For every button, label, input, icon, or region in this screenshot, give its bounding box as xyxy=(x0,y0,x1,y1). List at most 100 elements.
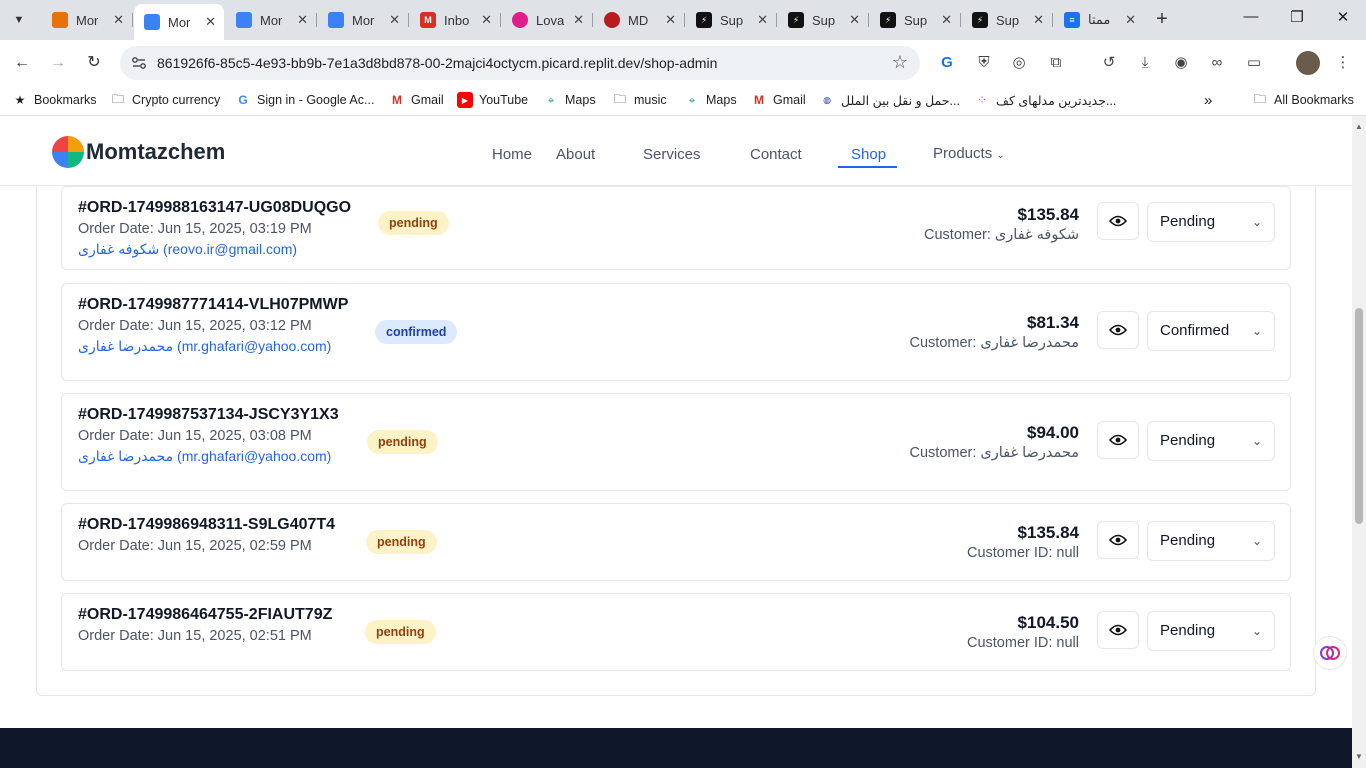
scroll-up-icon[interactable]: ▲ xyxy=(1355,122,1363,131)
bookmark-item[interactable]: ⁘ جدیدترین مدلهای کف... xyxy=(974,92,1116,108)
close-tab-icon[interactable]: ✕ xyxy=(941,12,952,28)
tab-11[interactable]: ≡ ممتا ✕ xyxy=(1054,6,1144,34)
close-tab-icon[interactable]: ✕ xyxy=(573,12,584,28)
bookmark-item[interactable]: ▶ YouTube xyxy=(457,92,528,108)
bookmark-folder[interactable]: 🗀 Crypto currency xyxy=(110,92,220,108)
nav-products[interactable]: Products ⌄ xyxy=(933,145,1005,162)
eye-icon xyxy=(1109,534,1127,546)
order-id: #ORD-1749987771414-VLH07PMWP xyxy=(78,296,349,313)
tab-5[interactable]: Lova ✕ xyxy=(502,6,593,34)
minimize-window-icon[interactable]: — xyxy=(1236,8,1266,32)
nav-contact[interactable]: Contact xyxy=(750,146,802,163)
md-favicon-icon xyxy=(604,12,620,28)
close-tab-icon[interactable]: ✕ xyxy=(1125,12,1136,28)
bookmark-star-icon[interactable]: ☆ xyxy=(892,52,908,73)
tab-9[interactable]: ⚡ Sup ✕ xyxy=(870,6,961,34)
order-date: Order Date: Jun 15, 2025, 03:19 PM xyxy=(78,221,312,237)
tab-4[interactable]: M Inbo ✕ xyxy=(410,6,501,34)
status-badge: pending xyxy=(366,530,437,554)
profile-avatar[interactable] xyxy=(1296,51,1320,75)
nav-services[interactable]: Services xyxy=(643,146,701,163)
scroll-down-icon[interactable]: ▼ xyxy=(1355,752,1363,761)
more-bookmarks-chevron-icon[interactable]: » xyxy=(1204,92,1212,109)
close-tab-icon[interactable]: ✕ xyxy=(757,12,768,28)
tab-10[interactable]: ⚡ Sup ✕ xyxy=(962,6,1053,34)
address-bar[interactable]: 861926f6-85c5-4e93-bb9b-7e1a3d8bd878-00-… xyxy=(120,46,920,80)
tab-7[interactable]: ⚡ Sup ✕ xyxy=(686,6,777,34)
extensions-puzzle-icon[interactable]: ⧉ xyxy=(1045,52,1067,74)
tab-0[interactable]: Mor ✕ xyxy=(42,6,133,34)
bookmark-item[interactable]: ★ Bookmarks xyxy=(12,92,97,108)
tab-3[interactable]: Mor ✕ xyxy=(318,6,409,34)
chevron-down-icon: ⌄ xyxy=(1251,534,1262,548)
restore-window-icon[interactable]: ❐ xyxy=(1282,8,1312,32)
order-customer-email[interactable]: شکوفه غفاری (reovo.ir@gmail.com) xyxy=(78,241,297,258)
status-select[interactable]: Pending ⌄ xyxy=(1147,202,1275,242)
page-scrollbar[interactable]: ▲ ▼ xyxy=(1352,116,1366,768)
nav-about[interactable]: About xyxy=(556,146,595,163)
bookmark-item[interactable]: M Gmail xyxy=(389,92,444,108)
reload-icon[interactable]: ↻ xyxy=(83,52,105,74)
shield-extension-icon[interactable]: ⛨ xyxy=(973,52,995,74)
bookmark-item[interactable]: ⌖ Maps xyxy=(684,92,737,108)
close-tab-icon[interactable]: ✕ xyxy=(849,12,860,28)
status-select[interactable]: Pending ⌄ xyxy=(1147,611,1275,651)
forward-arrow-icon[interactable]: → xyxy=(47,52,69,74)
split-screen-icon[interactable]: ▭ xyxy=(1243,52,1265,74)
view-order-button[interactable] xyxy=(1097,311,1139,349)
download-icon[interactable]: ⤓ xyxy=(1134,52,1156,74)
link-icon[interactable]: ∞ xyxy=(1206,52,1228,74)
status-badge: pending xyxy=(378,211,449,235)
order-customer: Customer: محمدرضا غفاری xyxy=(909,335,1080,351)
status-select[interactable]: Confirmed ⌄ xyxy=(1147,311,1275,351)
back-arrow-icon[interactable]: ← xyxy=(11,52,33,74)
browser-menu-icon[interactable]: ⋮ xyxy=(1332,52,1354,74)
order-amount: $135.84 xyxy=(1017,523,1079,542)
momtazchem-favicon-icon xyxy=(328,12,344,28)
folder-icon: 🗀 xyxy=(111,91,124,106)
globe-extension-icon[interactable]: ◎ xyxy=(1008,52,1030,74)
close-tab-icon[interactable]: ✕ xyxy=(205,14,216,30)
new-tab-button[interactable]: + xyxy=(1150,8,1174,32)
close-tab-icon[interactable]: ✕ xyxy=(297,12,308,28)
google-translate-icon[interactable]: G xyxy=(936,52,958,74)
order-customer-email[interactable]: محمدرضا غفاری (mr.ghafari@yahoo.com) xyxy=(78,338,331,355)
view-order-button[interactable] xyxy=(1097,421,1139,459)
view-order-button[interactable] xyxy=(1097,202,1139,240)
tab-8[interactable]: ⚡ Sup ✕ xyxy=(778,6,869,34)
orange-dots-favicon-icon xyxy=(52,12,68,28)
site-logo[interactable]: Momtazchem xyxy=(52,136,225,168)
ai-assistant-brain-icon[interactable] xyxy=(1313,636,1347,670)
bookmark-item[interactable]: M Gmail xyxy=(751,92,806,108)
close-tab-icon[interactable]: ✕ xyxy=(389,12,400,28)
site-settings-icon[interactable] xyxy=(130,54,148,72)
bookmark-folder[interactable]: 🗀 music xyxy=(612,92,667,108)
close-tab-icon[interactable]: ✕ xyxy=(665,12,676,28)
tab-2[interactable]: Mor ✕ xyxy=(226,6,317,34)
close-tab-icon[interactable]: ✕ xyxy=(113,12,124,28)
view-order-button[interactable] xyxy=(1097,521,1139,559)
scrollbar-thumb[interactable] xyxy=(1355,308,1363,524)
tab-1-active[interactable]: Mor ✕ xyxy=(134,4,224,40)
history-icon[interactable]: ↺ xyxy=(1098,52,1120,74)
nav-home[interactable]: Home xyxy=(492,146,532,163)
close-tab-icon[interactable]: ✕ xyxy=(481,12,492,28)
bookmark-item[interactable]: ⌖ Maps xyxy=(543,92,596,108)
supabase-favicon-icon: ⚡ xyxy=(972,12,988,28)
nav-shop[interactable]: Shop xyxy=(851,146,886,163)
tab-6[interactable]: MD ✕ xyxy=(594,6,685,34)
bookmark-item[interactable]: ◍ حمل و نقل بین الملل... xyxy=(819,92,960,108)
status-select[interactable]: Pending ⌄ xyxy=(1147,521,1275,561)
tab-search-chevron-icon[interactable]: ▼ xyxy=(6,8,32,32)
view-order-button[interactable] xyxy=(1097,611,1139,649)
close-window-icon[interactable]: ✕ xyxy=(1328,8,1358,32)
eye-icon xyxy=(1109,324,1127,336)
screenshot-icon[interactable]: ◉ xyxy=(1170,52,1192,74)
bookmark-item[interactable]: G Sign in - Google Ac... xyxy=(235,92,374,108)
dots-icon: ⁘ xyxy=(976,93,988,107)
close-tab-icon[interactable]: ✕ xyxy=(1033,12,1044,28)
order-customer-email[interactable]: محمدرضا غفاری (mr.ghafari@yahoo.com) xyxy=(78,448,331,465)
status-select[interactable]: Pending ⌄ xyxy=(1147,421,1275,461)
order-date: Order Date: Jun 15, 2025, 02:59 PM xyxy=(78,538,312,554)
all-bookmarks-folder[interactable]: 🗀 All Bookmarks xyxy=(1252,92,1354,108)
